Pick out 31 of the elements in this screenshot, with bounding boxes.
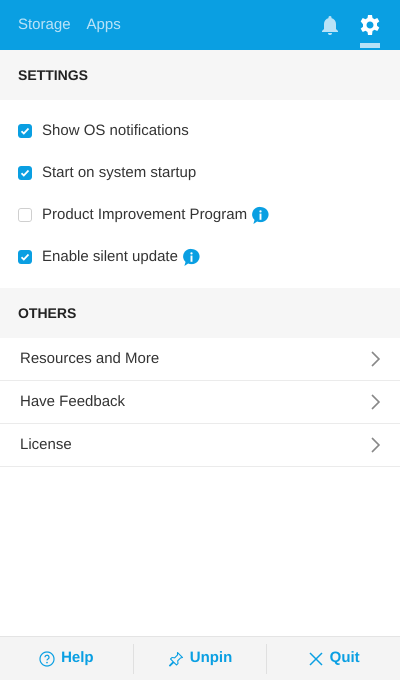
- checkbox[interactable]: [18, 250, 32, 264]
- list-item[interactable]: License: [0, 424, 400, 467]
- chevron-right-icon: [370, 437, 380, 453]
- item-label: Have Feedback: [20, 392, 126, 412]
- chevron-right-icon: [370, 394, 380, 410]
- footer-button[interactable]: Help: [39, 647, 94, 670]
- section-title: OTHERS: [18, 304, 76, 322]
- nav-tab[interactable]: Storage: [18, 14, 71, 36]
- option-label: Show OS notifications: [42, 120, 189, 141]
- settings-icon[interactable]: [358, 13, 382, 37]
- checkbox[interactable]: [18, 208, 32, 222]
- help-icon: [39, 650, 56, 666]
- active-tab-indicator: [360, 43, 380, 48]
- checkbox[interactable]: [18, 166, 32, 180]
- list-item[interactable]: Have Feedback: [0, 381, 400, 424]
- info-icon[interactable]: [182, 248, 201, 266]
- checkbox[interactable]: [18, 124, 32, 138]
- nav-tab[interactable]: Apps: [86, 14, 121, 36]
- pin-icon: [168, 650, 184, 666]
- list-item[interactable]: Resources and More: [0, 338, 400, 381]
- item-label: Resources and More: [20, 348, 160, 369]
- option-label: Start on system startup: [42, 162, 196, 183]
- section-title: SETTINGS: [18, 66, 88, 84]
- option-label: Product Improvement Program: [42, 204, 248, 225]
- option-label: Enable silent update: [42, 246, 178, 267]
- chevron-right-icon: [370, 351, 380, 367]
- footer-button[interactable]: Quit: [308, 647, 360, 670]
- item-label: License: [20, 434, 72, 455]
- close-icon: [308, 650, 324, 666]
- info-icon[interactable]: [251, 206, 270, 224]
- footer-button[interactable]: Unpin: [168, 647, 232, 670]
